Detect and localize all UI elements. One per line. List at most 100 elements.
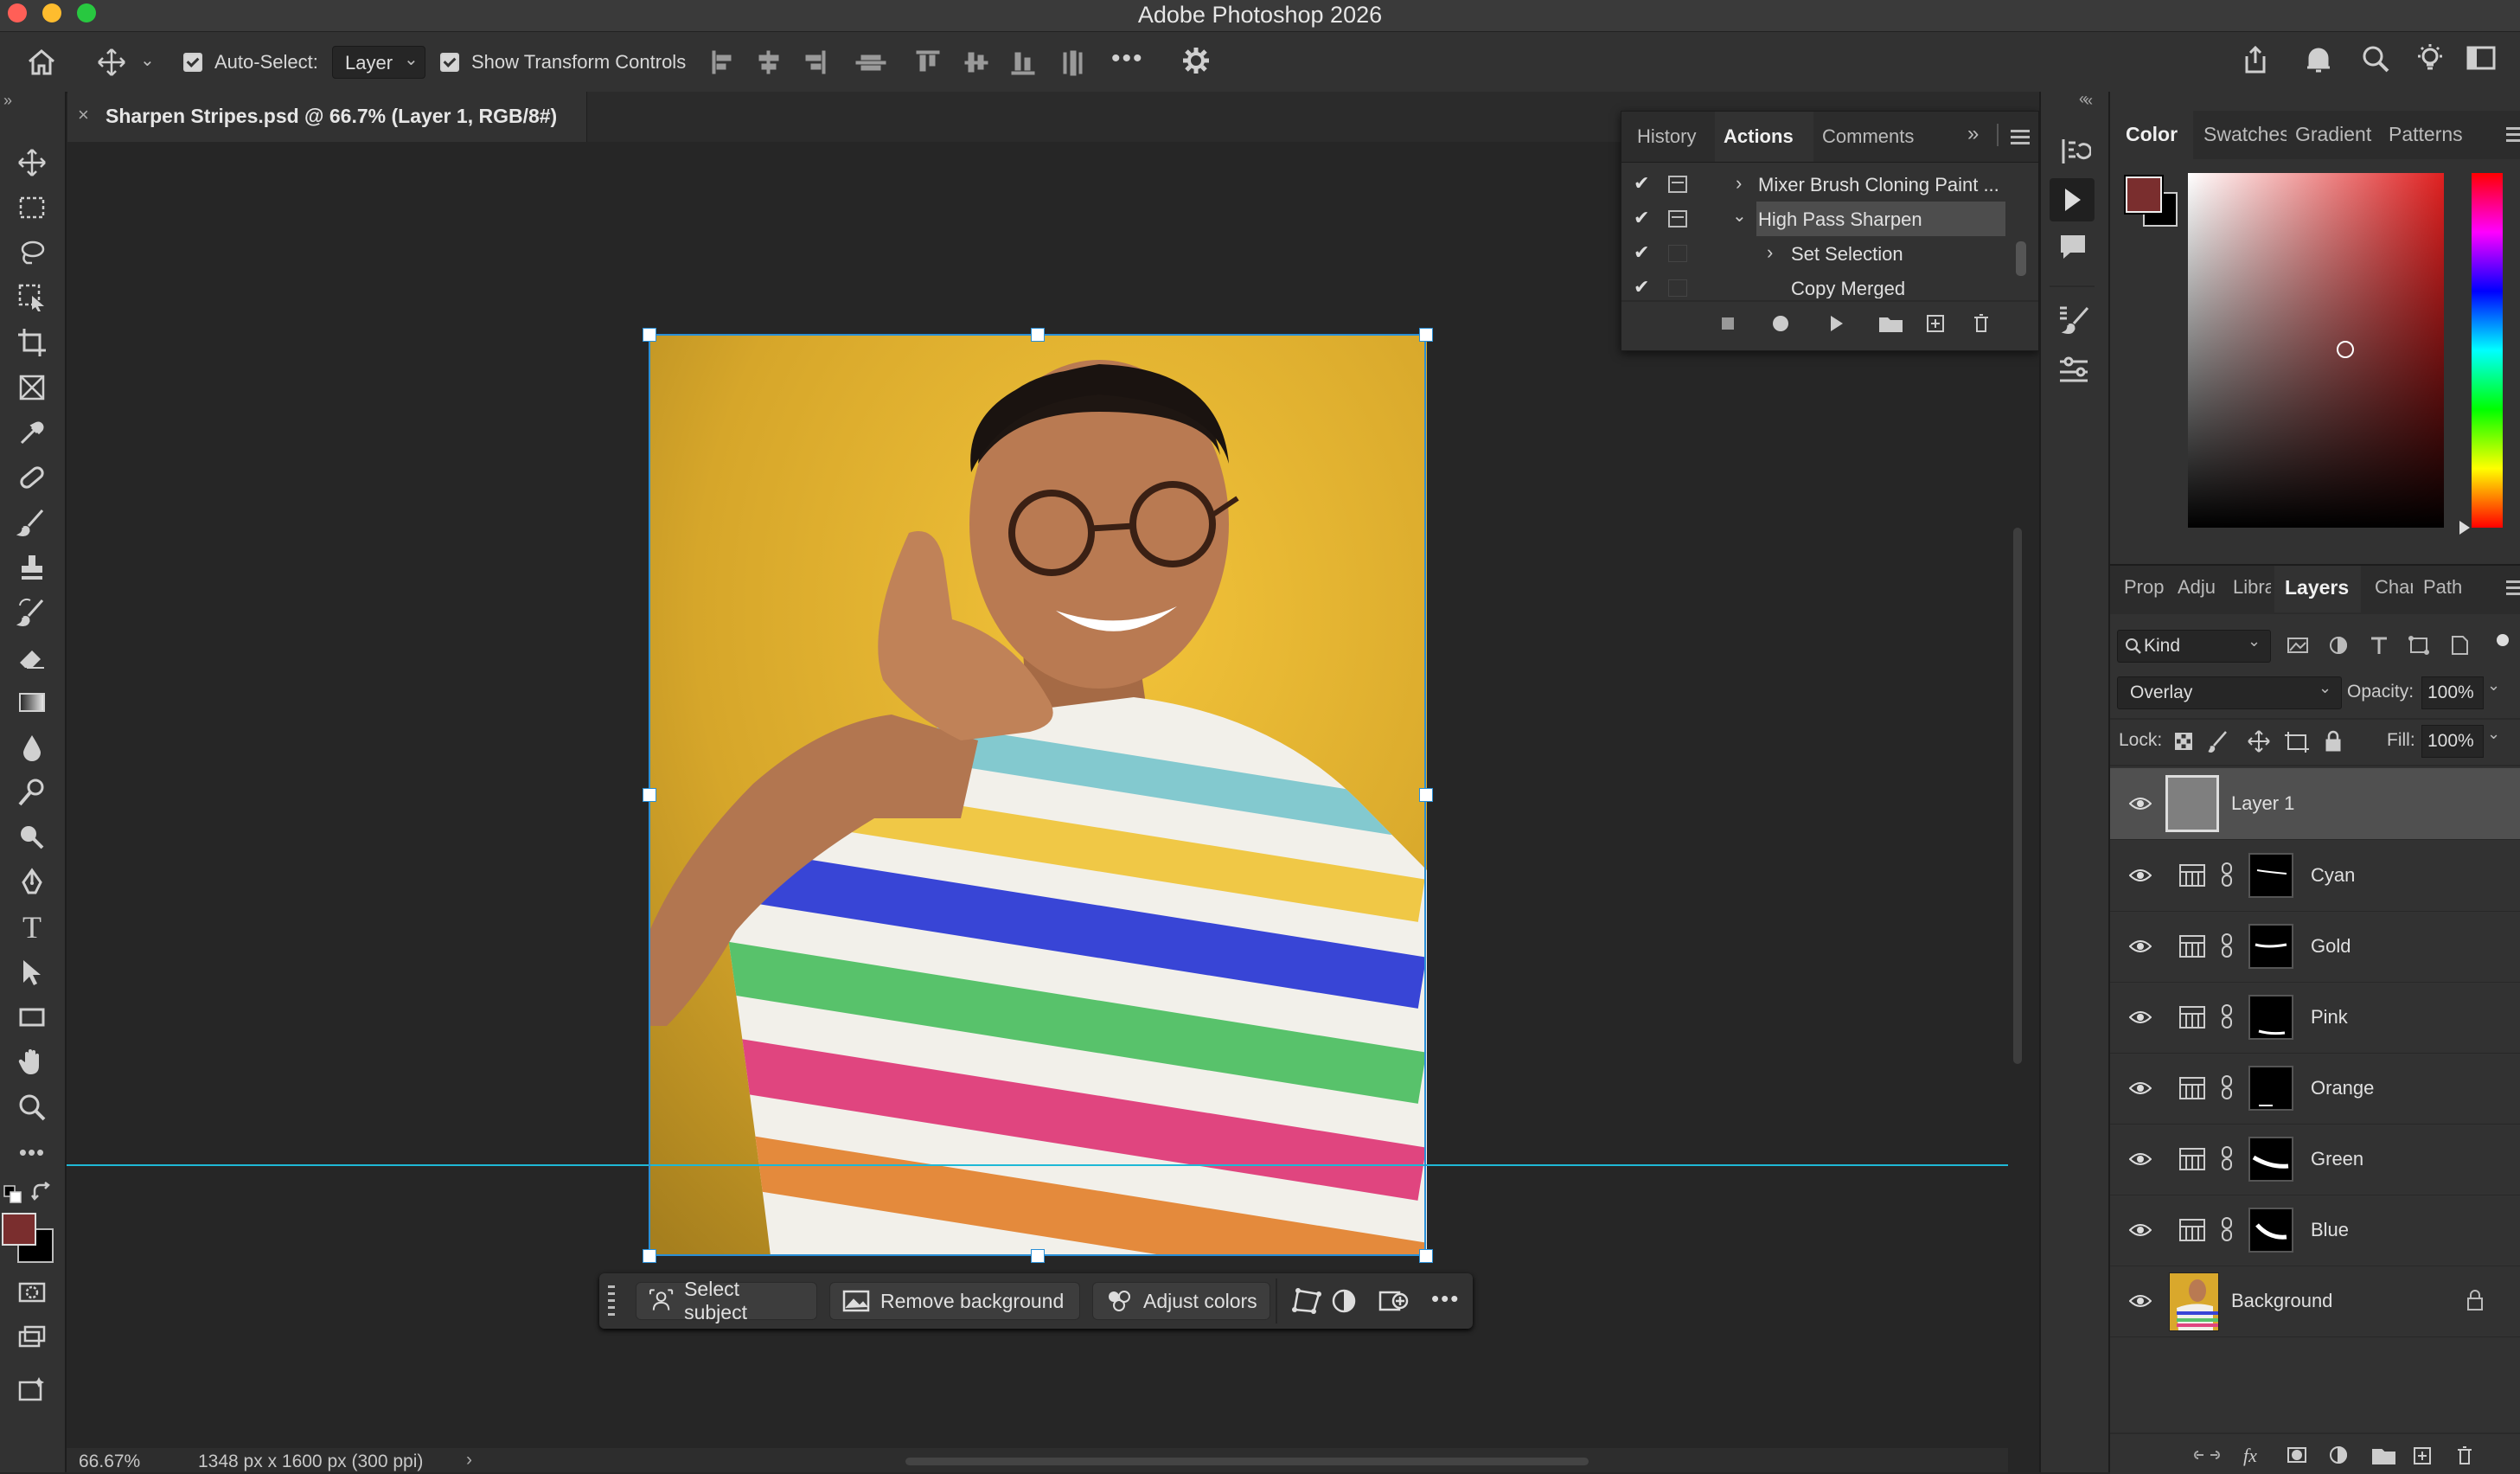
foreground-color-swatch[interactable] xyxy=(2,1213,36,1246)
panel-menu-icon[interactable] xyxy=(2506,126,2520,142)
layer-mask-thumbnail[interactable] xyxy=(2248,924,2293,969)
collapse-panel-icon[interactable]: » xyxy=(1967,122,1979,146)
document-tab[interactable]: × Sharpen Stripes.psd @ 66.7% (Layer 1, … xyxy=(67,92,587,142)
remove-background-button[interactable]: Remove background xyxy=(829,1282,1080,1320)
zoom-level[interactable]: 66.67% xyxy=(79,1452,140,1472)
tab-gradient[interactable]: Gradient xyxy=(2295,123,2371,146)
link-icon[interactable] xyxy=(2221,862,2233,887)
layer-filter-icons[interactable] xyxy=(2285,631,2518,659)
crop-tool-button[interactable] xyxy=(9,324,55,362)
actions-footer-icons[interactable] xyxy=(1715,311,2018,336)
link-icon[interactable] xyxy=(2221,933,2233,958)
dialog-toggle-empty[interactable] xyxy=(1668,245,1687,262)
layer-name[interactable]: Cyan xyxy=(2311,864,2355,887)
expand-toolbar-icon[interactable]: » xyxy=(3,92,12,110)
layer-row-layer-1[interactable]: Layer 1 xyxy=(2110,768,2520,840)
select-subject-button[interactable]: Select subject xyxy=(636,1278,817,1323)
screen-mode-icon[interactable] xyxy=(9,1318,55,1356)
more-options-button[interactable]: ••• xyxy=(1111,44,1144,74)
align-icons[interactable] xyxy=(709,48,1090,77)
lock-icons[interactable] xyxy=(2172,728,2345,754)
layer-mask-thumbnail[interactable] xyxy=(2248,1137,2293,1182)
tab-character[interactable]: Char xyxy=(2375,576,2413,599)
chevron-right-icon[interactable]: › xyxy=(1767,241,1773,264)
layer-name[interactable]: Blue xyxy=(2311,1219,2349,1241)
brush-tool-button[interactable] xyxy=(9,503,55,542)
check-icon[interactable]: ✔ xyxy=(1634,276,1649,298)
hand-tool-button[interactable] xyxy=(9,1043,55,1081)
actions-scrollbar[interactable] xyxy=(2016,241,2026,276)
layer-mask-thumbnail[interactable] xyxy=(2248,1208,2293,1253)
marquee-tool-button[interactable] xyxy=(9,189,55,227)
layer-name[interactable]: Layer 1 xyxy=(2231,792,2294,815)
transform-handle[interactable] xyxy=(643,788,656,802)
eraser-tool-button[interactable] xyxy=(9,638,55,676)
history-states-icon[interactable] xyxy=(2056,134,2091,169)
layer-mask-thumbnail[interactable] xyxy=(2248,995,2293,1040)
clone-stamp-tool-button[interactable] xyxy=(9,548,55,586)
layer-row-orange[interactable]: Orange xyxy=(2110,1053,2520,1125)
action-row[interactable]: ✔ › Mixer Brush Cloning Paint ... xyxy=(1621,167,2024,202)
dialog-toggle-empty[interactable] xyxy=(1668,279,1687,297)
action-row[interactable]: ✔ › Set Selection xyxy=(1621,236,2024,271)
lock-icon[interactable] xyxy=(2466,1290,2484,1311)
panel-menu-icon[interactable] xyxy=(2506,580,2520,595)
eye-icon[interactable] xyxy=(2129,937,2152,956)
new-layer-add-icon[interactable] xyxy=(1378,1285,1409,1321)
dialog-toggle-icon[interactable] xyxy=(1668,176,1687,193)
home-icon[interactable] xyxy=(26,48,57,81)
eye-icon[interactable] xyxy=(2129,1079,2152,1098)
hue-saturation-adjustment-icon[interactable] xyxy=(2179,1006,2205,1029)
check-icon[interactable]: ✔ xyxy=(1634,172,1649,195)
tab-comments[interactable]: Comments xyxy=(1822,125,1914,148)
check-icon[interactable]: ✔ xyxy=(1634,241,1649,264)
layer-thumbnail[interactable] xyxy=(2169,1272,2219,1331)
chevron-right-icon[interactable]: › xyxy=(1736,172,1742,195)
horizontal-scrollbar[interactable] xyxy=(905,1458,1589,1465)
layer-row-pink[interactable]: Pink xyxy=(2110,982,2520,1054)
collapse-dock-icon[interactable]: « xyxy=(2079,90,2088,108)
path-selection-tool-button[interactable] xyxy=(9,953,55,991)
layer-name[interactable]: Gold xyxy=(2311,935,2351,958)
hue-saturation-adjustment-icon[interactable] xyxy=(2179,1077,2205,1099)
tab-paths[interactable]: Path xyxy=(2423,576,2462,599)
brush-settings-icon[interactable] xyxy=(2056,303,2091,337)
hue-saturation-adjustment-icon[interactable] xyxy=(2179,1148,2205,1170)
workspace-icon[interactable] xyxy=(2466,44,2501,78)
opacity-input[interactable]: 100% xyxy=(2421,676,2484,709)
adjustments-sliders-icon[interactable] xyxy=(2056,353,2091,388)
generative-fill-icon[interactable] xyxy=(9,1370,55,1408)
context-more-button[interactable]: ••• xyxy=(1431,1285,1460,1312)
panel-menu-icon[interactable] xyxy=(2011,129,2030,144)
auto-select-dropdown[interactable]: Layer ⌄ xyxy=(332,46,425,79)
transform-handle[interactable] xyxy=(1419,328,1433,342)
gear-icon[interactable] xyxy=(1181,46,1211,80)
tab-color[interactable]: Color xyxy=(2126,123,2178,146)
eyedropper-tool-button[interactable] xyxy=(9,413,55,452)
bell-icon[interactable] xyxy=(2304,44,2333,80)
gradient-tool-button[interactable] xyxy=(9,683,55,721)
hue-saturation-adjustment-icon[interactable] xyxy=(2179,864,2205,887)
dodge-tool-button[interactable] xyxy=(9,773,55,811)
sponge-tool-button[interactable] xyxy=(9,818,55,856)
layer-mask-thumbnail[interactable] xyxy=(2248,1066,2293,1111)
search-icon[interactable] xyxy=(2361,44,2390,78)
layers-footer-icons[interactable]: fx xyxy=(2193,1443,2520,1467)
type-tool-button[interactable]: T xyxy=(9,908,55,946)
healing-brush-tool-button[interactable] xyxy=(9,458,55,497)
hue-saturation-adjustment-icon[interactable] xyxy=(2179,935,2205,958)
default-colors-icon[interactable] xyxy=(3,1185,22,1208)
dialog-toggle-icon[interactable] xyxy=(1668,210,1687,228)
transform-handle[interactable] xyxy=(1419,788,1433,802)
hue-slider[interactable] xyxy=(2472,173,2503,528)
hue-slider-marker[interactable] xyxy=(2459,521,2470,535)
tab-libraries[interactable]: Libra xyxy=(2233,576,2271,599)
fill-input[interactable]: 100% xyxy=(2421,725,2484,758)
eye-icon[interactable] xyxy=(2129,1150,2152,1169)
layer-row-cyan[interactable]: Cyan xyxy=(2110,840,2520,912)
action-row-selected[interactable]: ✔ ⌄ High Pass Sharpen xyxy=(1621,202,2024,236)
layer-row-background[interactable]: Background xyxy=(2110,1266,2520,1337)
transform-bounding-box[interactable] xyxy=(649,334,1426,1256)
transform-handle[interactable] xyxy=(1031,1249,1045,1263)
zoom-tool-button[interactable] xyxy=(9,1088,55,1126)
